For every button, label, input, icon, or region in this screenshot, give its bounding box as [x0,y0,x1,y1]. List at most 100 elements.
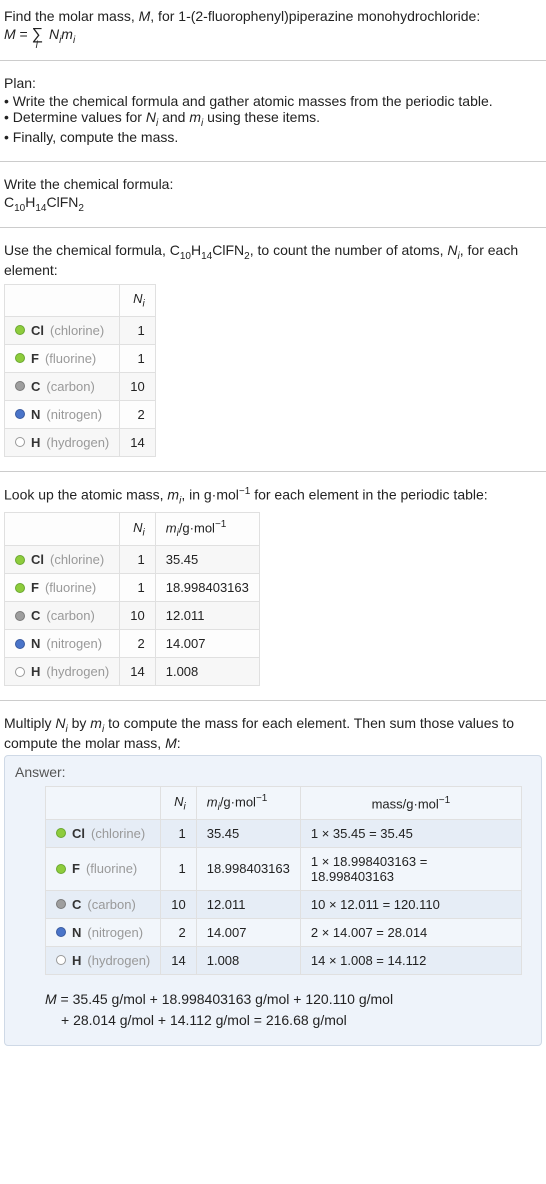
element-name: (nitrogen) [46,636,102,651]
mul-post: : [177,735,181,751]
cell-Ni: 2 [120,400,155,428]
table-row: F (fluorine)118.998403163 [5,574,260,602]
cf-N: N [68,194,78,210]
mul-mi-m: m [90,715,102,731]
plan-bullet-2: Determine values for Ni and mi using the… [4,109,542,129]
element-cell: C (carbon) [5,602,120,630]
final-line2: + 28.014 g/mol + 14.112 g/mol = 216.68 g… [61,1010,531,1031]
cell-mi: 18.998403163 [196,847,300,890]
header-mass: mass/g·mol−1 [300,786,521,819]
element-cell: Cl (chlorine) [46,819,161,847]
answer-box: Answer: Ni mi/g·mol−1 mass/g·mol−1 Cl (c… [4,755,542,1046]
element-name: (hydrogen) [46,664,109,679]
element-symbol: C [31,379,40,394]
element-symbol: F [72,861,80,876]
ca-H: H [191,242,201,258]
ca-pre: Use the chemical formula, [4,242,170,258]
cell-Ni: 1 [120,574,155,602]
chemical-formula: C10H14ClFN2 [4,194,542,214]
header-Ni: Ni [120,513,155,546]
element-cell: N (nitrogen) [46,918,161,946]
cf-h14: 14 [35,202,46,213]
ca-Ni-N: N [447,242,457,258]
element-cell: F (fluorine) [5,574,120,602]
ca-Cl: Cl [212,242,225,258]
lookup-mass-block: Look up the atomic mass, mi, in g·mol−1 … [0,478,546,694]
cell-Ni: 1 [120,546,155,574]
cf-H: H [25,194,35,210]
element-dot-icon [56,955,66,965]
eq-mi-i: i [73,35,75,46]
table-row: F (fluorine)1 [5,344,156,372]
element-dot-icon [56,927,66,937]
header-Ni: Ni [161,786,196,819]
element-symbol: C [31,608,40,623]
element-dot-icon [15,409,25,419]
mul-M: M [165,735,177,751]
plan-b2-pre: Determine values for [13,109,146,125]
final-result: M = 35.45 g/mol + 18.998403163 g/mol + 1… [45,989,531,1031]
cell-mi: 35.45 [196,819,300,847]
cell-mi: 12.011 [155,602,259,630]
lk-pre: Look up the atomic mass, [4,486,167,502]
lk-mid: , in g·mol [181,486,239,502]
plan-b2-mi-m: m [189,109,201,125]
cell-mass: 2 × 14.007 = 28.014 [300,918,521,946]
mul-Ni-N: N [55,715,65,731]
cell-mi: 18.998403163 [155,574,259,602]
eq-lhs: M [4,26,16,42]
lk-post: for each element in the periodic table: [250,486,487,502]
element-symbol: N [31,407,40,422]
table-row: H (hydrogen)141.008 [5,658,260,686]
intro-M: M [139,8,151,24]
table-header-row: Ni [5,285,156,317]
element-symbol: C [72,897,81,912]
element-name: (chlorine) [50,552,104,567]
table-row: Cl (chlorine)1 [5,316,156,344]
table-row: N (nitrogen)214.007 [5,630,260,658]
element-symbol: H [31,664,40,679]
element-name: (nitrogen) [46,407,102,422]
element-dot-icon [56,864,66,874]
answer-table: Ni mi/g·mol−1 mass/g·mol−1 Cl (chlorine)… [45,786,522,975]
element-dot-icon [15,667,25,677]
element-cell: H (hydrogen) [5,428,120,456]
element-dot-icon [15,555,25,565]
element-dot-icon [15,381,25,391]
element-dot-icon [15,583,25,593]
multiply-block: Multiply Ni by mi to compute the mass fo… [0,707,546,1054]
element-name: (hydrogen) [46,435,109,450]
element-dot-icon [15,325,25,335]
table-row: C (carbon)1012.011 [5,602,260,630]
plan-bullet-3: Finally, compute the mass. [4,129,542,145]
element-symbol: F [31,351,39,366]
element-cell: F (fluorine) [46,847,161,890]
cell-Ni: 14 [161,946,196,974]
plan-heading: Plan: [4,75,542,91]
element-dot-icon [15,639,25,649]
element-name: (fluorine) [86,861,137,876]
eq-Ni-N: N [49,26,59,42]
table-header-row: Ni mi/g·mol−1 mass/g·mol−1 [46,786,522,819]
mul-pre: Multiply [4,715,55,731]
cell-mi: 12.011 [196,890,300,918]
table-row: Cl (chlorine)135.45 [5,546,260,574]
element-dot-icon [15,611,25,621]
element-symbol: H [31,435,40,450]
element-cell: C (carbon) [5,372,120,400]
lk-exp: −1 [239,486,250,497]
cf-F: F [60,194,69,210]
element-cell: C (carbon) [46,890,161,918]
final-M-sym: M [45,991,57,1007]
cell-mass: 1 × 35.45 = 35.45 [300,819,521,847]
intro-pre: Find the molar mass, [4,8,139,24]
element-name: (hydrogen) [87,953,150,968]
element-dot-icon [56,828,66,838]
element-name: (chlorine) [91,826,145,841]
write-formula-heading: Write the chemical formula: [4,176,542,192]
ca-C: C [170,242,180,258]
element-symbol: F [31,580,39,595]
final-line1: = 35.45 g/mol + 18.998403163 g/mol + 120… [57,991,393,1007]
ca-post1: , to count the number of atoms, [250,242,448,258]
table-row: H (hydrogen)141.00814 × 1.008 = 14.112 [46,946,522,974]
